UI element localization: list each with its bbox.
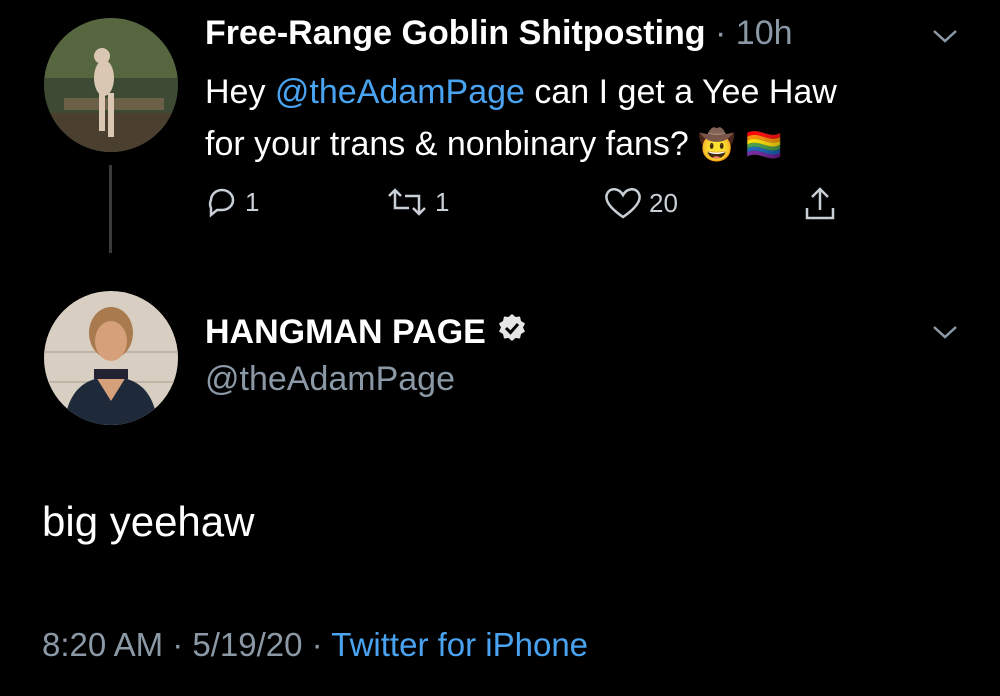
like-count: 20 [649, 187, 678, 218]
thread-connector-line [109, 165, 112, 253]
share-icon [803, 186, 837, 222]
verified-badge-icon [496, 312, 528, 353]
author-handle[interactable]: @theAdamPage [205, 360, 455, 399]
avatar-hangman-page[interactable] [44, 291, 178, 425]
mention-link[interactable]: @theAdamPage [275, 73, 525, 111]
tweet-text: Hey @theAdamPage can I get a Yee Haw for… [205, 66, 965, 172]
heart-icon [603, 186, 643, 220]
like-button[interactable]: 20 [603, 186, 678, 220]
main-tweet-text: big yeehaw [42, 498, 255, 545]
main-tweet-author: HANGMAN PAGE [205, 312, 528, 353]
retweet-count: 1 [435, 186, 450, 217]
tweet-text-line-1: Hey @theAdamPage can I get a Yee Haw [205, 73, 837, 111]
tweet-text-line-2: for your trans & nonbinary fans? 🤠 🏳️‍🌈 [205, 125, 783, 163]
share-button[interactable] [803, 186, 837, 222]
separator: · [715, 14, 727, 52]
cowboy-emoji: 🤠 [698, 129, 736, 162]
tweet-actions: 1 1 20 [205, 186, 855, 230]
chevron-down-icon[interactable] [930, 322, 960, 342]
retweet-icon [385, 186, 429, 218]
tweet-time[interactable]: 10h [736, 14, 793, 52]
tweet-metadata: 8:20 AM · 5/19/20 · Twitter for iPhone [42, 626, 589, 663]
reply-button[interactable]: 1 [205, 186, 259, 218]
reply-to-tweet-header: Free-Range Goblin Shitposting · 10h [205, 14, 793, 53]
author-name[interactable]: Free-Range Goblin Shitposting [205, 14, 706, 52]
reply-count: 1 [245, 186, 260, 217]
avatar-goblin[interactable] [44, 18, 178, 152]
tweet-time[interactable]: 8:20 AM [42, 626, 163, 663]
rainbow-flag-emoji: 🏳️‍🌈 [745, 129, 783, 162]
chevron-down-icon[interactable] [930, 26, 960, 46]
reply-icon [205, 186, 239, 218]
author-name[interactable]: HANGMAN PAGE [205, 313, 486, 352]
tweet-source-link[interactable]: Twitter for iPhone [331, 626, 588, 663]
retweet-button[interactable]: 1 [385, 186, 449, 218]
tweet-date[interactable]: 5/19/20 [192, 626, 302, 663]
